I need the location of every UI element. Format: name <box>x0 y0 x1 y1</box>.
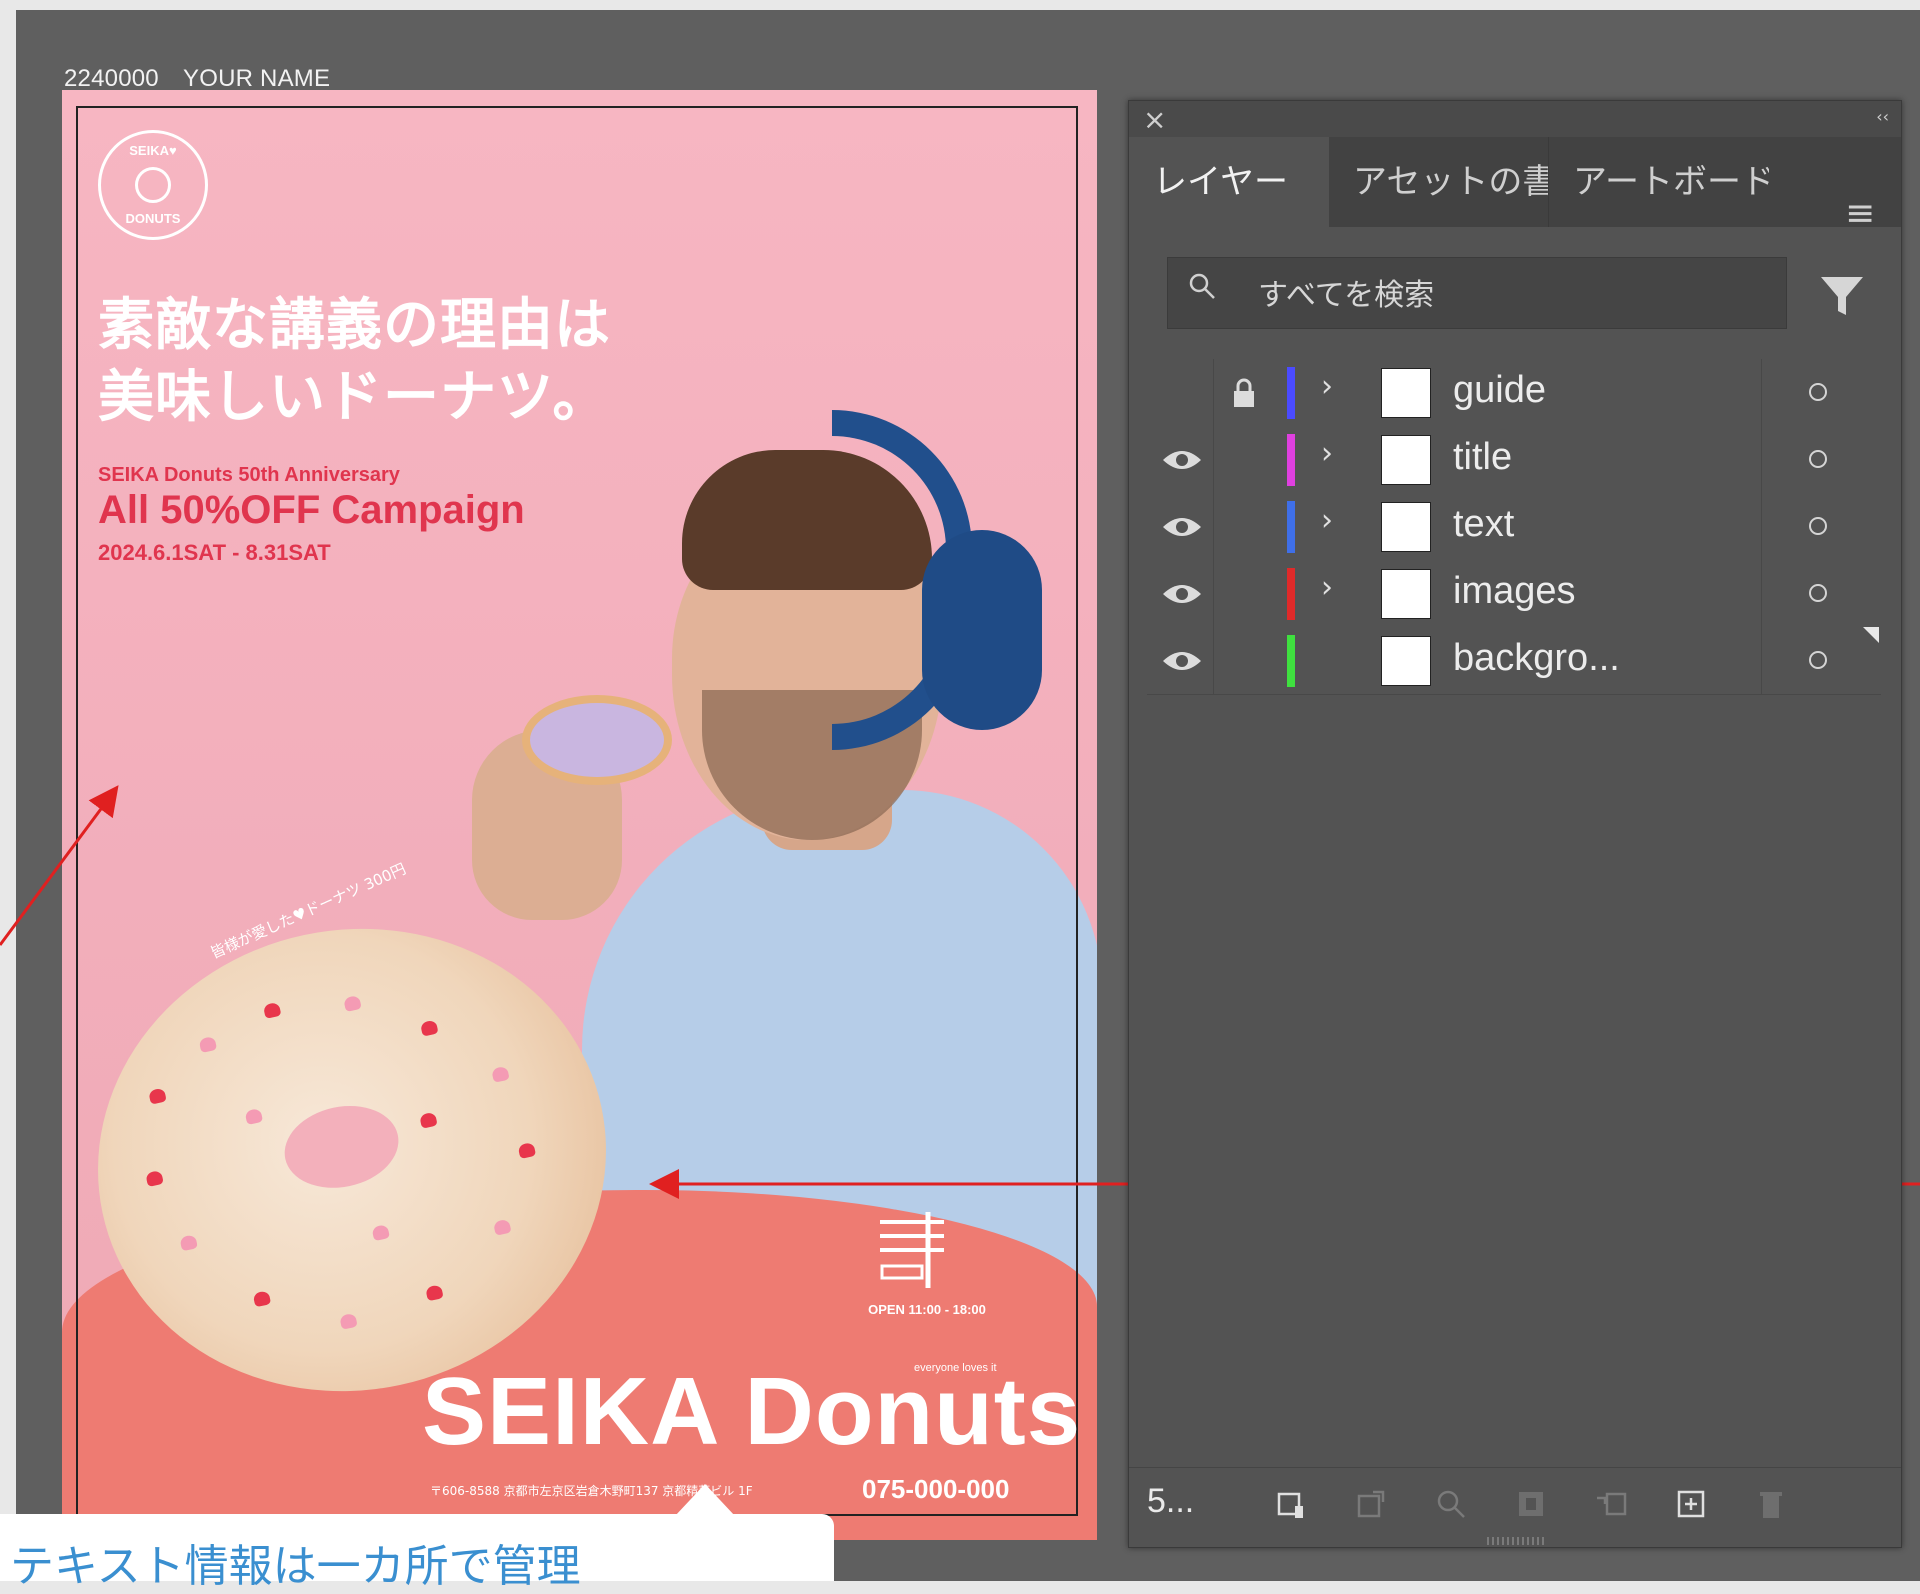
tab-artboards[interactable]: アートボード <box>1549 137 1769 227</box>
storefront-icon <box>880 1212 944 1288</box>
tab-asset-export[interactable]: アセットの書き出し <box>1329 137 1549 227</box>
column-divider <box>1761 426 1762 493</box>
layer-row-guide[interactable]: › guide <box>1147 359 1881 427</box>
filter-icon[interactable] <box>1817 271 1867 321</box>
delete-icon[interactable] <box>1755 1488 1787 1520</box>
layer-row-title[interactable]: › title <box>1147 426 1881 494</box>
layer-row-text[interactable]: › text <box>1147 493 1881 561</box>
campaign-dates[interactable]: 2024.6.1SAT - 8.31SAT <box>98 540 331 566</box>
locate-object-icon[interactable] <box>1435 1488 1467 1520</box>
layer-color-bar <box>1287 501 1295 553</box>
layer-name[interactable]: title <box>1453 436 1512 479</box>
collapse-icon[interactable]: ‹‹ <box>1876 107 1889 126</box>
expand-chevron-icon[interactable]: › <box>1321 570 1333 605</box>
layer-thumbnail <box>1381 569 1431 619</box>
layer-thumbnail <box>1381 435 1431 485</box>
panel-footer: 5... <box>1129 1467 1901 1538</box>
headline-line-1: 素敵な講義の理由は <box>98 293 611 358</box>
layer-thumbnail <box>1381 636 1431 686</box>
layer-search-input[interactable]: すべてを検索 <box>1167 257 1787 329</box>
column-divider <box>1213 359 1214 426</box>
logo-text-bottom: DONUTS <box>125 211 181 226</box>
column-divider <box>1213 493 1214 560</box>
expand-chevron-icon[interactable]: › <box>1321 503 1333 538</box>
layer-row-background[interactable]: backgro... <box>1147 627 1881 695</box>
layer-color-bar <box>1287 568 1295 620</box>
panel-title-bar[interactable]: × ‹‹ <box>1129 101 1901 137</box>
column-divider <box>1761 359 1762 426</box>
column-divider <box>1761 493 1762 560</box>
column-divider <box>1213 426 1214 493</box>
column-divider <box>1761 627 1762 694</box>
eye-icon[interactable] <box>1157 578 1207 610</box>
target-circle-icon[interactable] <box>1809 383 1827 401</box>
expand-chevron-icon[interactable]: › <box>1321 369 1333 404</box>
panel-menu-icon[interactable]: ≡ <box>1845 193 1875 234</box>
layer-count: 5... <box>1147 1482 1195 1520</box>
seika-donuts-logo: SEIKA♥ DONUTS <box>98 130 208 240</box>
target-circle-icon[interactable] <box>1809 450 1827 468</box>
layer-name[interactable]: images <box>1453 570 1576 613</box>
layer-color-bar <box>1287 367 1295 419</box>
layer-name[interactable]: text <box>1453 503 1514 546</box>
export-icon[interactable] <box>1355 1488 1387 1520</box>
eye-icon[interactable] <box>1157 511 1207 543</box>
column-divider <box>1213 560 1214 627</box>
panel-tabs: レイヤー アセットの書き出し アートボード ≡ <box>1129 137 1901 234</box>
callout-pointer <box>675 1484 735 1516</box>
search-placeholder: すべてを検索 <box>1258 278 1435 313</box>
logo-ring <box>135 167 171 203</box>
collect-for-export-icon[interactable] <box>1275 1488 1307 1520</box>
poster-artboard[interactable]: SEIKA♥ DONUTS 素敵な講義の理由は 美味しいドーナツ。 SEIKA … <box>62 90 1097 1540</box>
search-icon <box>1189 273 1215 299</box>
tab-layers[interactable]: レイヤー <box>1129 137 1329 227</box>
selection-indicator <box>1863 627 1879 643</box>
layer-name[interactable]: backgro... <box>1453 637 1620 680</box>
lock-icon[interactable] <box>1229 377 1259 409</box>
eye-icon[interactable] <box>1157 444 1207 476</box>
logo-text-top: SEIKA♥ <box>129 143 177 158</box>
resize-grip[interactable] <box>1487 1537 1547 1545</box>
expand-chevron-icon[interactable]: › <box>1321 436 1333 471</box>
artboard-label[interactable]: 2240000 YOUR NAME <box>64 58 330 93</box>
eye-icon[interactable] <box>1157 645 1207 677</box>
target-circle-icon[interactable] <box>1809 584 1827 602</box>
callout-text: テキスト情報は一カ所で管理 <box>10 1541 581 1592</box>
anniversary-text[interactable]: SEIKA Donuts 50th Anniversary <box>98 464 400 487</box>
brand-name[interactable]: SEIKA Donuts <box>422 1362 1081 1462</box>
make-clipping-mask-icon[interactable] <box>1515 1488 1547 1520</box>
store-phone[interactable]: 075-000-000 <box>862 1474 1009 1505</box>
layer-color-bar <box>1287 635 1295 687</box>
target-circle-icon[interactable] <box>1809 651 1827 669</box>
campaign-text[interactable]: All 50%OFF Campaign <box>98 488 525 533</box>
poster-headline[interactable]: 素敵な講義の理由は 美味しいドーナツ。 <box>98 290 611 434</box>
create-layer-icon[interactable] <box>1675 1488 1707 1520</box>
column-divider <box>1213 627 1214 694</box>
layer-row-images[interactable]: › images <box>1147 560 1881 628</box>
layer-thumbnail <box>1381 502 1431 552</box>
column-divider <box>1761 560 1762 627</box>
layer-name[interactable]: guide <box>1453 369 1546 412</box>
headline-line-2: 美味しいドーナツ。 <box>98 365 610 430</box>
create-sublayer-icon[interactable] <box>1595 1488 1627 1520</box>
target-circle-icon[interactable] <box>1809 517 1827 535</box>
layers-panel: × ‹‹ レイヤー アセットの書き出し アートボード ≡ すべてを検索 › gu… <box>1128 100 1902 1548</box>
close-icon[interactable]: × <box>1143 103 1166 136</box>
layer-color-bar <box>1287 434 1295 486</box>
layer-thumbnail <box>1381 368 1431 418</box>
open-hours: OPEN 11:00 - 18:00 <box>868 1302 986 1317</box>
